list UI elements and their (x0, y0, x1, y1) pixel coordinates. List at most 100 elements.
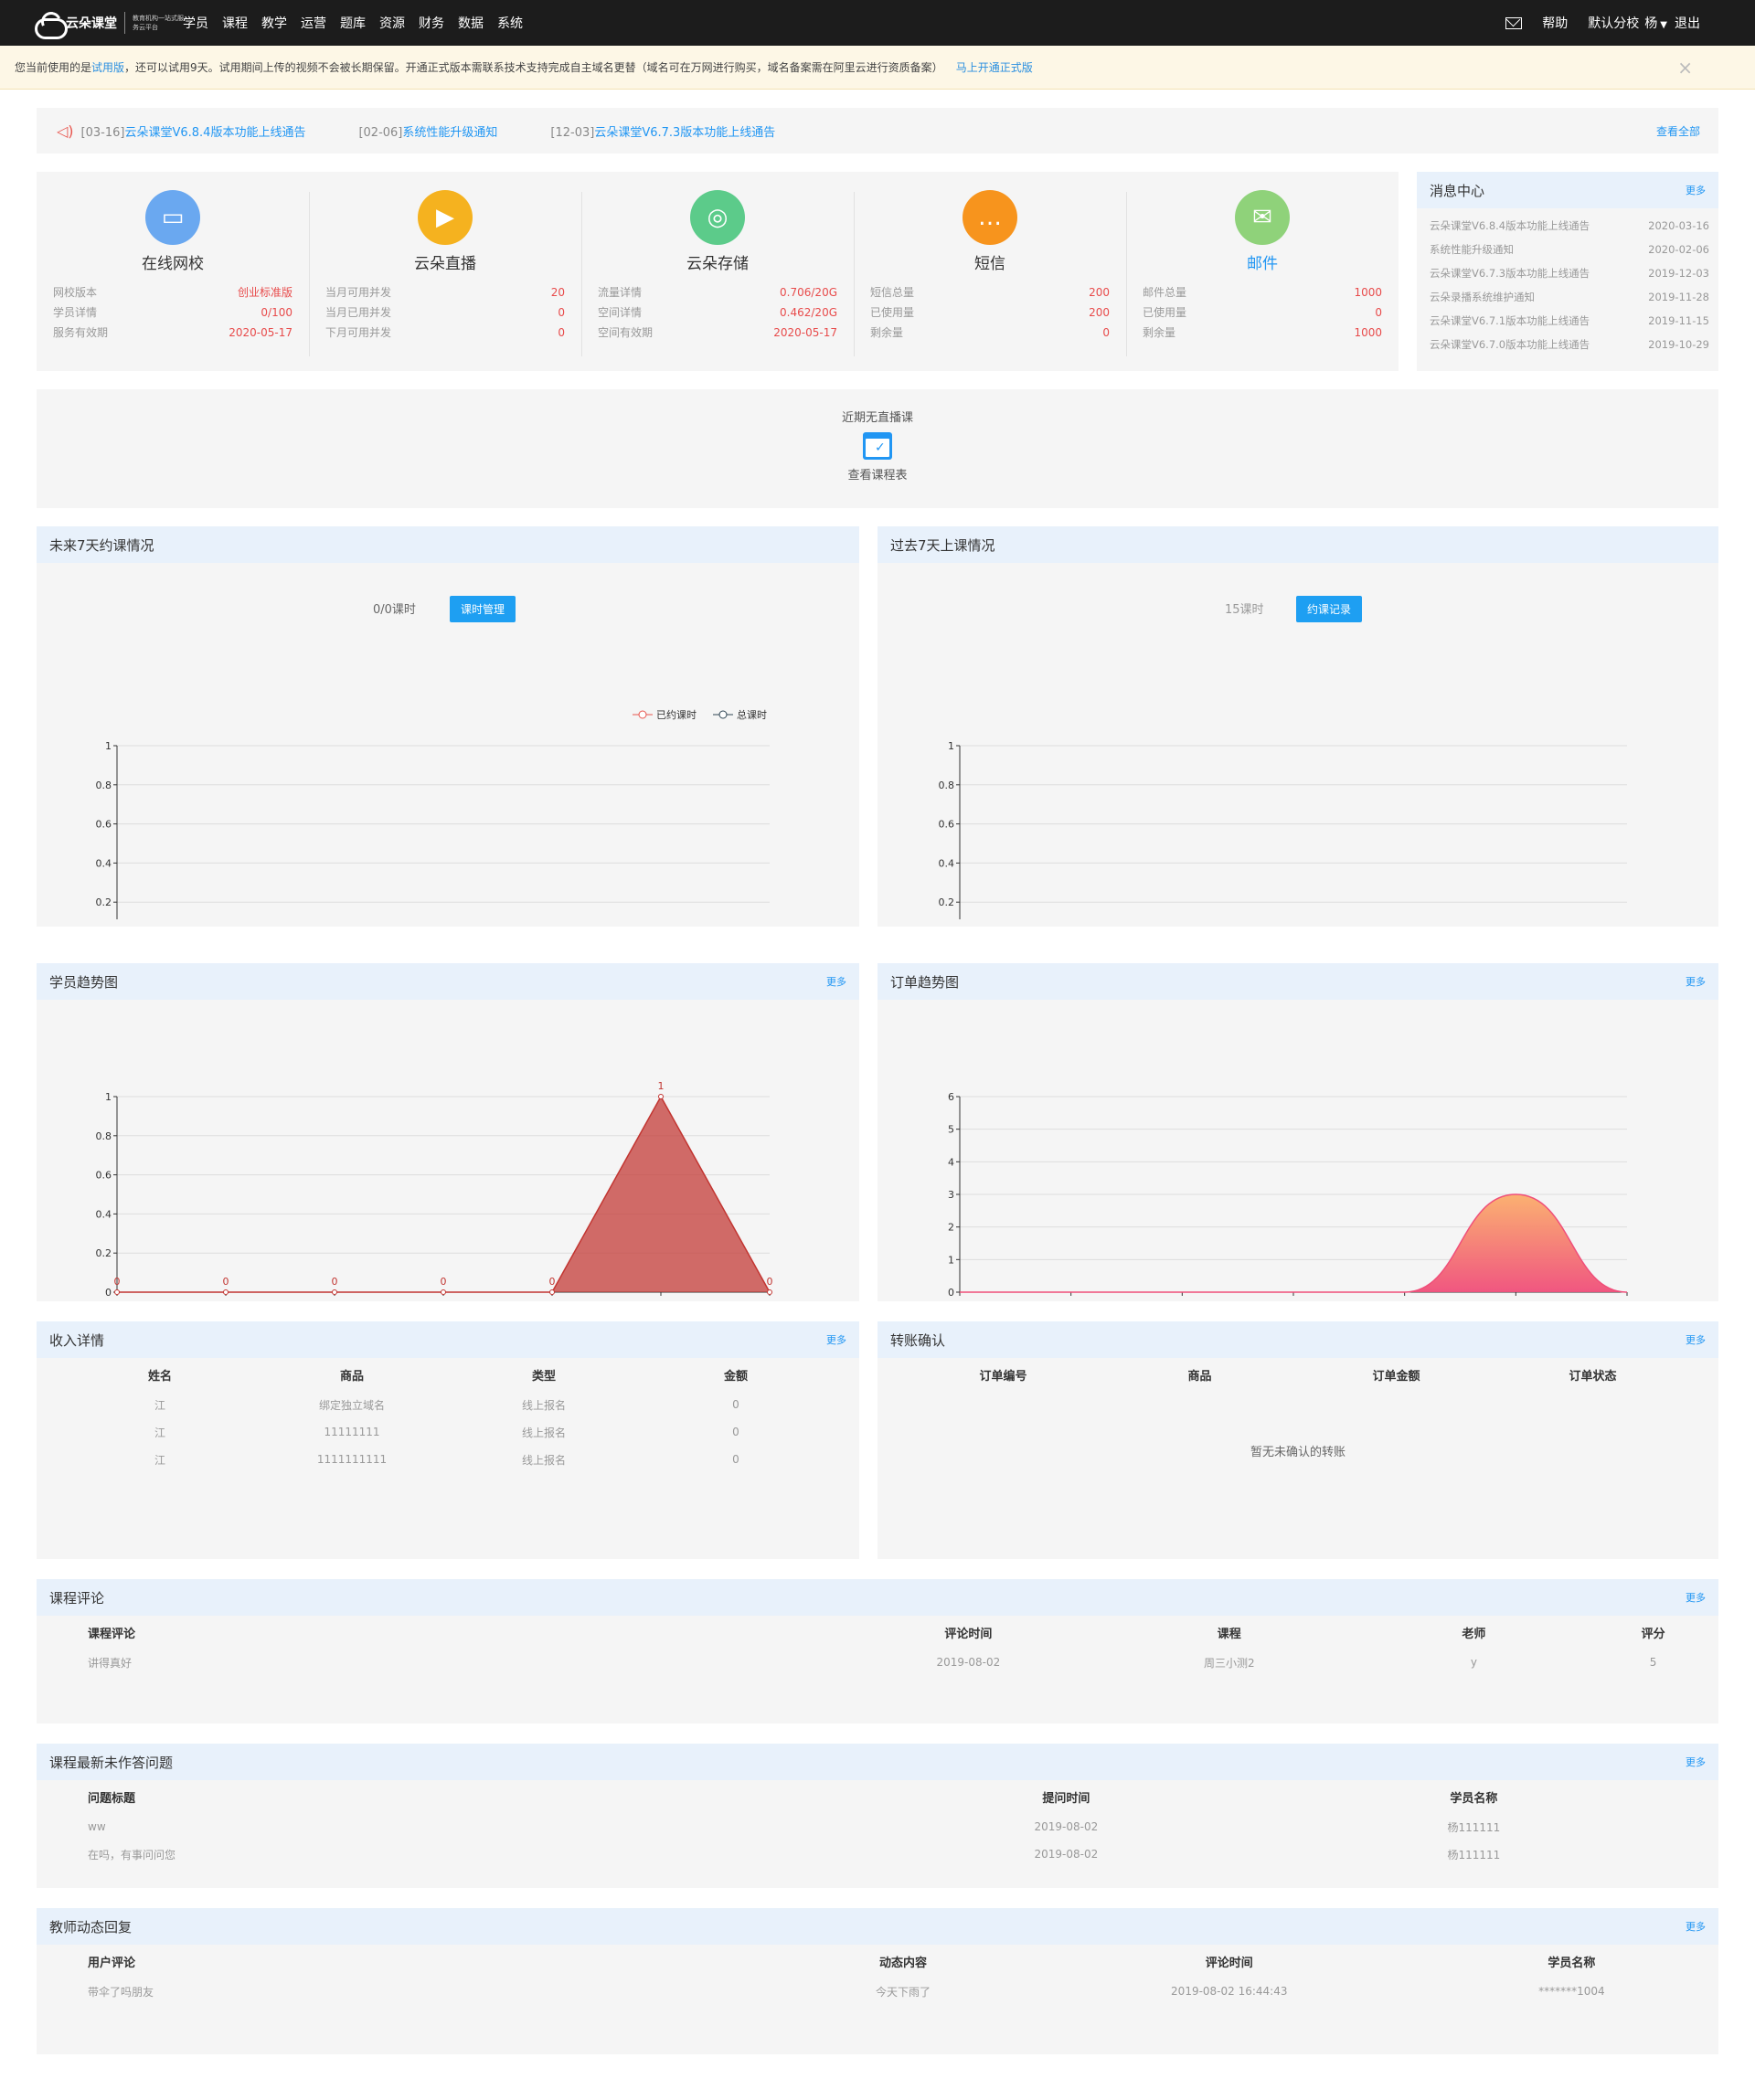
view-schedule-link[interactable]: 查看课程表 (37, 465, 1718, 483)
column-header: 评论时间 (944, 1627, 993, 1641)
stat-value: 1000 (1354, 286, 1382, 299)
more-link[interactable]: 更多 (1686, 974, 1706, 989)
announcement-title: 系统性能升级通知 (402, 125, 498, 140)
message-date: 2019-10-29 (1648, 338, 1709, 351)
menu-item-operations[interactable]: 运营 (301, 14, 326, 32)
table-cell: 线上报名 (521, 1453, 566, 1467)
user-menu[interactable]: 杨 ▼ (1644, 14, 1667, 32)
empty-transfer-text: 暂无未确认的转账 (1250, 1446, 1346, 1459)
panel-header: 课程评论 更多 (37, 1579, 1718, 1616)
more-link[interactable]: 更多 (1686, 183, 1706, 197)
stat-value: 2020-05-17 (773, 326, 837, 339)
stat-value: 20 (550, 286, 565, 299)
questions-table: 问题标题 提问时间 学员名称 ww 2019-08-02 杨111111 在吗，有事问问您 2… (37, 1780, 1718, 1868)
message-item[interactable]: 系统性能升级通知 2020-02-06 (1430, 238, 1709, 261)
y-tick-label: 0.8 (939, 780, 955, 791)
stat-row: 当月可用并发 20 (325, 282, 565, 302)
table-cell: *******1004 (1538, 1985, 1605, 1998)
menu-item-system[interactable]: 系统 (497, 14, 523, 32)
legend-label: 已约课时 (656, 709, 697, 721)
stat-label: 空间详情 (598, 306, 643, 319)
stat-row: 学员详情 0/100 (53, 302, 292, 323)
message-item[interactable]: 云朵课堂V6.7.1版本功能上线通告 2019-11-15 (1430, 309, 1709, 333)
panel-title: 消息中心 (1430, 182, 1485, 199)
y-tick-label: 0.2 (96, 1247, 112, 1259)
more-link[interactable]: 更多 (1686, 1332, 1706, 1347)
close-icon[interactable]: × (1677, 57, 1693, 79)
announcement-item[interactable]: [12-03]云朵课堂V6.7.3版本功能上线通告 (550, 122, 775, 140)
student-trend-chart: 00.20.40.60.8105-0205-0305-0405-0505-060… (96, 1080, 773, 1298)
stat-label: 邮件总量 (1143, 286, 1187, 299)
booking-records-button[interactable]: 约课记录 (1296, 596, 1363, 622)
announcement-date: [12-03] (550, 125, 595, 140)
hours-manage-button[interactable]: 课时管理 (450, 596, 516, 622)
stat-label: 当月可用并发 (325, 286, 392, 299)
stat-value: 1000 (1354, 326, 1382, 339)
menu-item-courses[interactable]: 课程 (222, 14, 248, 32)
column-header: 用户评论 (88, 1956, 136, 1970)
menu-item-data[interactable]: 数据 (458, 14, 484, 32)
message-title: 云朵录播系统维护通知 (1430, 291, 1535, 303)
table-header: 用户评论 动态内容 评论时间 学员名称 (37, 1945, 1718, 1978)
branch-selector[interactable]: 默认分校 (1588, 14, 1639, 32)
more-link[interactable]: 更多 (1686, 1919, 1706, 1934)
service-stats: ▭ 在线网校 网校版本 创业标准版 学员详情 0/100 服务有效期 2020-05-17 ▶ 云… (37, 172, 1399, 371)
stat-value: 0.706/20G (780, 286, 837, 299)
panel-header: 未来7天约课情况 (37, 526, 859, 563)
menu-item-resources[interactable]: 资源 (379, 14, 405, 32)
table-cell: 江 (154, 1453, 165, 1467)
data-point (549, 1289, 555, 1295)
menu-item-students[interactable]: 学员 (183, 14, 208, 32)
more-link[interactable]: 更多 (826, 974, 846, 989)
stat-label: 空间有效期 (598, 326, 654, 339)
message-item[interactable]: 云朵课堂V6.8.4版本功能上线通告 2020-03-16 (1430, 214, 1709, 238)
stat-title: 云朵存储 (686, 255, 749, 273)
menu-item-finance[interactable]: 财务 (419, 14, 444, 32)
stat-value: 创业标准版 (237, 286, 292, 299)
upgrade-link[interactable]: 马上开通正式版 (956, 59, 1033, 75)
stat-row: 流量详情 0.706/20G (598, 282, 837, 302)
more-link[interactable]: 更多 (826, 1332, 846, 1347)
stat-row: 短信总量 200 (870, 282, 1110, 302)
table-cell: 今天下雨了 (875, 1985, 931, 1999)
column-header: 老师 (1462, 1627, 1486, 1641)
announcement-item[interactable]: [02-06]系统性能升级通知 (358, 122, 497, 140)
menu-item-question-bank[interactable]: 题库 (340, 14, 366, 32)
menu-item-teaching[interactable]: 教学 (261, 14, 287, 32)
table-cell: 江 (154, 1398, 165, 1412)
data-label: 0 (549, 1276, 556, 1288)
table-cell: 线上报名 (521, 1398, 566, 1412)
more-link[interactable]: 更多 (1686, 1755, 1706, 1769)
y-tick-label: 0.4 (96, 1208, 112, 1220)
monitor-icon: ▭ (145, 190, 200, 245)
more-link[interactable]: 更多 (1686, 1590, 1706, 1605)
message-item[interactable]: 云朵课堂V6.7.0版本功能上线通告 2019-10-29 (1430, 333, 1709, 356)
data-label: 0 (114, 1276, 121, 1288)
panel-header: 教师动态回复 更多 (37, 1908, 1718, 1945)
y-tick-label: 0.6 (939, 819, 955, 831)
stat-row: 已使用量 200 (870, 302, 1110, 323)
message-item[interactable]: 云朵录播系统维护通知 2019-11-28 (1430, 285, 1709, 309)
panel-header: 学员趋势图 更多 (37, 963, 859, 1000)
income-panel: 收入详情 更多 姓名 商品 类型 金额江绑定独立域名 线上报名 0 江 11111111 线上报名… (37, 1321, 859, 1559)
order-trend-chart: 01234562020/05/022020/05/032020/05/04202… (948, 1091, 1628, 1298)
calendar-icon[interactable] (863, 432, 892, 460)
legend-item: 已约课时 (633, 709, 697, 721)
stat-card: ▭ 在线网校 网校版本 创业标准版 学员详情 0/100 服务有效期 2020-05-17 (37, 172, 309, 371)
column-header: 金额 (723, 1369, 748, 1384)
logout-link[interactable]: 退出 (1675, 14, 1700, 32)
announcement-bar: ◁) [03-16]云朵课堂V6.8.4版本功能上线通告 [02-06]系统性能… (37, 108, 1718, 154)
legend-marker (718, 710, 728, 719)
view-all-link[interactable]: 查看全部 (1656, 123, 1700, 139)
notice-text: ，还可以试用9天。试用期间上传的视频不会被长期保留。开通正式版本需联系技术支持完… (124, 61, 943, 74)
logo[interactable]: 云朵课堂 教育机构一站式服务云平台 (33, 7, 187, 39)
stat-title: 云朵直播 (414, 255, 476, 273)
message-date: 2019-11-28 (1648, 291, 1709, 303)
message-item[interactable]: 云朵课堂V6.7.3版本功能上线通告 2019-12-03 (1430, 261, 1709, 285)
stat-label: 流量详情 (598, 286, 643, 299)
help-link[interactable]: 帮助 (1542, 14, 1568, 32)
panel-header: 收入详情 更多 (37, 1321, 859, 1358)
mail-icon[interactable] (1505, 16, 1523, 29)
announcement-item[interactable]: [03-16]云朵课堂V6.8.4版本功能上线通告 (81, 122, 306, 140)
table-cell: 0 (732, 1398, 739, 1411)
